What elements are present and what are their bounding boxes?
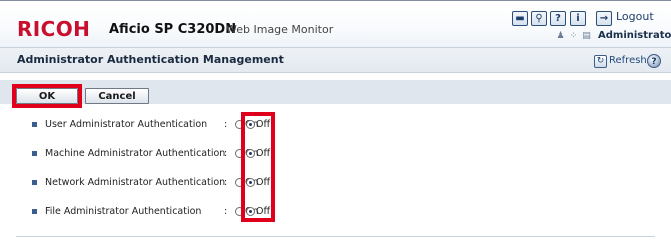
document-icon: ▤ <box>582 31 591 41</box>
title-bar: Administrator Authentication Management … <box>0 47 671 73</box>
search-icon[interactable]: ⚲ <box>531 11 547 26</box>
model-name: Aficio SP C320DN <box>109 22 237 37</box>
setting-row-network-admin: Network Administrator Authentication : O… <box>0 169 671 197</box>
question-icon[interactable]: ? <box>550 11 566 26</box>
user-icon: ♟ <box>556 31 565 41</box>
brand-logo: RICOH <box>17 17 91 41</box>
setting-label: Machine Administrator Authentication <box>45 148 226 159</box>
refresh-link[interactable]: Refresh <box>609 54 647 68</box>
network-icon: ⁘ <box>569 31 578 41</box>
info-icon[interactable]: i <box>570 11 586 26</box>
cancel-button[interactable]: Cancel <box>85 88 149 104</box>
help-icon[interactable]: ? <box>647 54 661 68</box>
setting-row-file-admin: File Administrator Authentication : On O… <box>0 198 671 226</box>
label-separator: : <box>224 177 228 188</box>
logout-link[interactable]: Logout <box>616 10 654 24</box>
setting-row-machine-admin: Machine Administrator Authentication : O… <box>0 140 671 168</box>
bottom-divider <box>16 236 655 237</box>
setting-label: Network Administrator Authentication <box>45 177 226 188</box>
logout-arrow-icon[interactable]: → <box>596 11 612 26</box>
page-title: Administrator Authentication Management <box>17 53 284 66</box>
monitor-icon[interactable]: ▬ <box>512 11 528 26</box>
label-separator: : <box>224 148 228 159</box>
setting-label: File Administrator Authentication <box>45 206 202 217</box>
current-user: Administrator <box>598 30 671 41</box>
bullet-marker <box>32 122 37 127</box>
bullet-marker <box>32 151 37 156</box>
setting-row-user-admin: User Administrator Authentication : On O… <box>0 111 671 139</box>
label-separator: : <box>224 206 228 217</box>
setting-label: User Administrator Authentication <box>45 119 208 130</box>
bullet-marker <box>32 180 37 185</box>
refresh-icon[interactable]: ↻ <box>594 55 607 68</box>
bullet-marker <box>32 209 37 214</box>
product-name: Web Image Monitor <box>226 23 334 36</box>
label-separator: : <box>224 119 228 130</box>
logout-label[interactable]: Logout <box>616 10 654 23</box>
header: RICOH Aficio SP C320DN Web Image Monitor… <box>0 0 671 47</box>
off-column-highlight-box <box>241 112 275 222</box>
user-status-icons: ♟ ⁘ ▤ <box>554 28 593 44</box>
ok-highlight-box <box>12 84 82 108</box>
